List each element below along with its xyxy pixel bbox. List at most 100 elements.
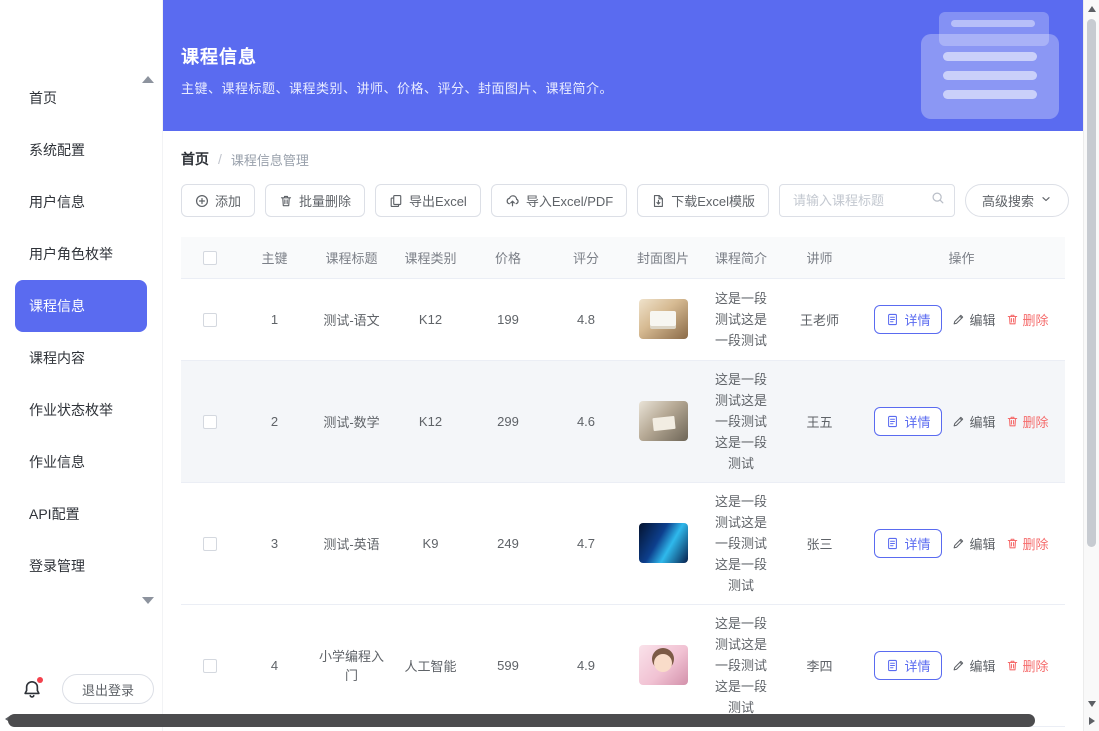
row-actions: 详情 编辑 删除: [864, 651, 1059, 680]
cell-teacher: 李四: [781, 604, 858, 726]
vertical-scrollbar[interactable]: [1083, 0, 1099, 731]
row-checkbox[interactable]: [203, 659, 217, 673]
sidebar-footer: 退出登录: [0, 674, 162, 704]
header-teacher: 讲师: [781, 237, 858, 278]
cover-image[interactable]: [639, 523, 688, 563]
trash-icon: [1006, 659, 1019, 672]
sidebar-item-course-content[interactable]: 课程内容: [15, 332, 147, 384]
plus-circle-icon: [195, 194, 209, 208]
pencil-icon: [952, 415, 965, 428]
download-template-button[interactable]: 下载Excel模版: [637, 184, 769, 217]
cell-id: 1: [238, 278, 311, 360]
notification-bell-icon[interactable]: [22, 679, 42, 699]
cell-rating: 4.9: [547, 604, 625, 726]
sidebar-item-user-info[interactable]: 用户信息: [15, 176, 147, 228]
scroll-up-arrow-icon[interactable]: [1088, 6, 1096, 12]
cell-rating: 4.7: [547, 482, 625, 604]
sidebar-item-homework-status-enum[interactable]: 作业状态枚举: [15, 384, 147, 436]
table-row: 4 小学编程入门 人工智能 599 4.9 这是一段测试这是一段测试这是一段测试…: [181, 604, 1065, 726]
breadcrumb-home-link[interactable]: 首页: [181, 149, 209, 169]
copy-document-icon: [389, 194, 403, 208]
pencil-icon: [952, 537, 965, 550]
header-intro: 课程简介: [701, 237, 781, 278]
cell-category: K9: [392, 482, 469, 604]
delete-button[interactable]: 删除: [1006, 656, 1049, 675]
cell-category: K12: [392, 278, 469, 360]
breadcrumb: 首页 / 课程信息管理: [181, 149, 1065, 169]
cell-title: 测试-语文: [311, 278, 392, 360]
header-select-all: [181, 237, 238, 278]
document-lines-icon: [886, 659, 899, 672]
delete-button[interactable]: 删除: [1006, 534, 1049, 553]
detail-button[interactable]: 详情: [874, 529, 942, 558]
edit-button[interactable]: 编辑: [952, 310, 995, 329]
detail-button[interactable]: 详情: [874, 305, 942, 334]
trash-icon: [1006, 537, 1019, 550]
cloud-upload-icon: [505, 193, 520, 208]
edit-button[interactable]: 编辑: [952, 656, 995, 675]
detail-button[interactable]: 详情: [874, 651, 942, 680]
document-lines-icon: [886, 415, 899, 428]
cover-image[interactable]: [639, 401, 688, 441]
vertical-scrollbar-thumb[interactable]: [1087, 19, 1096, 547]
scroll-right-arrow-icon[interactable]: [1089, 717, 1095, 725]
row-actions: 详情 编辑 删除: [864, 305, 1059, 334]
sidebar-item-homework-info[interactable]: 作业信息: [15, 436, 147, 488]
advanced-search-button[interactable]: 高级搜索: [965, 184, 1069, 217]
edit-button[interactable]: 编辑: [952, 534, 995, 553]
horizontal-scrollbar-thumb[interactable]: [8, 714, 1035, 727]
table-row: 2 测试-数学 K12 299 4.6 这是一段测试这是一段测试这是一段测试 王…: [181, 360, 1065, 482]
row-checkbox[interactable]: [203, 313, 217, 327]
row-actions: 详情 编辑 删除: [864, 407, 1059, 436]
cell-id: 2: [238, 360, 311, 482]
header-cover: 封面图片: [625, 237, 701, 278]
cell-rating: 4.8: [547, 278, 625, 360]
main-panel: 课程信息 主键、课程标题、课程类别、讲师、价格、评分、封面图片、课程简介。 首页…: [163, 0, 1083, 731]
sidebar: 首页 系统配置 用户信息 用户角色枚举 课程信息 课程内容 作业状态枚举 作业信…: [0, 0, 163, 731]
sidebar-item-api-config[interactable]: API配置: [15, 488, 147, 540]
cell-intro: 这是一段测试这是一段测试这是一段测试: [701, 604, 781, 726]
scroll-down-arrow-icon[interactable]: [1088, 701, 1096, 707]
cover-image[interactable]: [639, 299, 688, 339]
cell-teacher: 王老师: [781, 278, 858, 360]
app-window: 首页 系统配置 用户信息 用户角色枚举 课程信息 课程内容 作业状态枚举 作业信…: [0, 0, 1099, 731]
sidebar-item-course-info[interactable]: 课程信息: [15, 280, 147, 332]
table-header-row: 主键 课程标题 课程类别 价格 评分 封面图片 课程简介 讲师 操作: [181, 237, 1065, 278]
chevron-down-icon: [1040, 193, 1052, 208]
row-checkbox[interactable]: [203, 537, 217, 551]
select-all-checkbox[interactable]: [203, 251, 217, 265]
detail-button[interactable]: 详情: [874, 407, 942, 436]
cover-image[interactable]: [639, 645, 688, 685]
cell-intro: 这是一段测试这是一段测试这是一段测试: [701, 360, 781, 482]
logout-button[interactable]: 退出登录: [62, 674, 154, 704]
cell-id: 3: [238, 482, 311, 604]
row-checkbox[interactable]: [203, 415, 217, 429]
breadcrumb-separator: /: [218, 151, 222, 167]
sidebar-menu: 首页 系统配置 用户信息 用户角色枚举 课程信息 课程内容 作业状态枚举 作业信…: [0, 0, 162, 592]
cell-price: 199: [469, 278, 547, 360]
table-row: 1 测试-语文 K12 199 4.8 这是一段测试这是一段测试 王老师 详情 …: [181, 278, 1065, 360]
cell-title: 小学编程入门: [311, 604, 392, 726]
pencil-icon: [952, 313, 965, 326]
header-price: 价格: [469, 237, 547, 278]
sidebar-item-system-config[interactable]: 系统配置: [15, 124, 147, 176]
file-download-icon: [651, 194, 665, 208]
delete-button[interactable]: 删除: [1006, 412, 1049, 431]
cell-intro: 这是一段测试这是一段测试这是一段测试: [701, 482, 781, 604]
sidebar-item-user-role-enum[interactable]: 用户角色枚举: [15, 228, 147, 280]
search-input[interactable]: [791, 192, 931, 209]
edit-button[interactable]: 编辑: [952, 412, 995, 431]
table-row: 3 测试-英语 K9 249 4.7 这是一段测试这是一段测试这是一段测试 张三…: [181, 482, 1065, 604]
export-excel-button[interactable]: 导出Excel: [375, 184, 481, 217]
sidebar-scroll-down-icon[interactable]: [142, 597, 154, 604]
sidebar-item-login-management[interactable]: 登录管理: [15, 540, 147, 592]
cell-category: 人工智能: [392, 604, 469, 726]
batch-delete-button[interactable]: 批量删除: [265, 184, 365, 217]
import-excel-button[interactable]: 导入Excel/PDF: [491, 184, 627, 217]
toolbar: 添加 批量删除 导出Excel 导入Excel/PDF 下载Excel模版: [181, 184, 1065, 217]
delete-button[interactable]: 删除: [1006, 310, 1049, 329]
sidebar-item-home[interactable]: 首页: [15, 72, 147, 124]
sidebar-scroll-up-icon[interactable]: [142, 76, 154, 83]
add-button[interactable]: 添加: [181, 184, 255, 217]
search-icon[interactable]: [931, 191, 945, 210]
